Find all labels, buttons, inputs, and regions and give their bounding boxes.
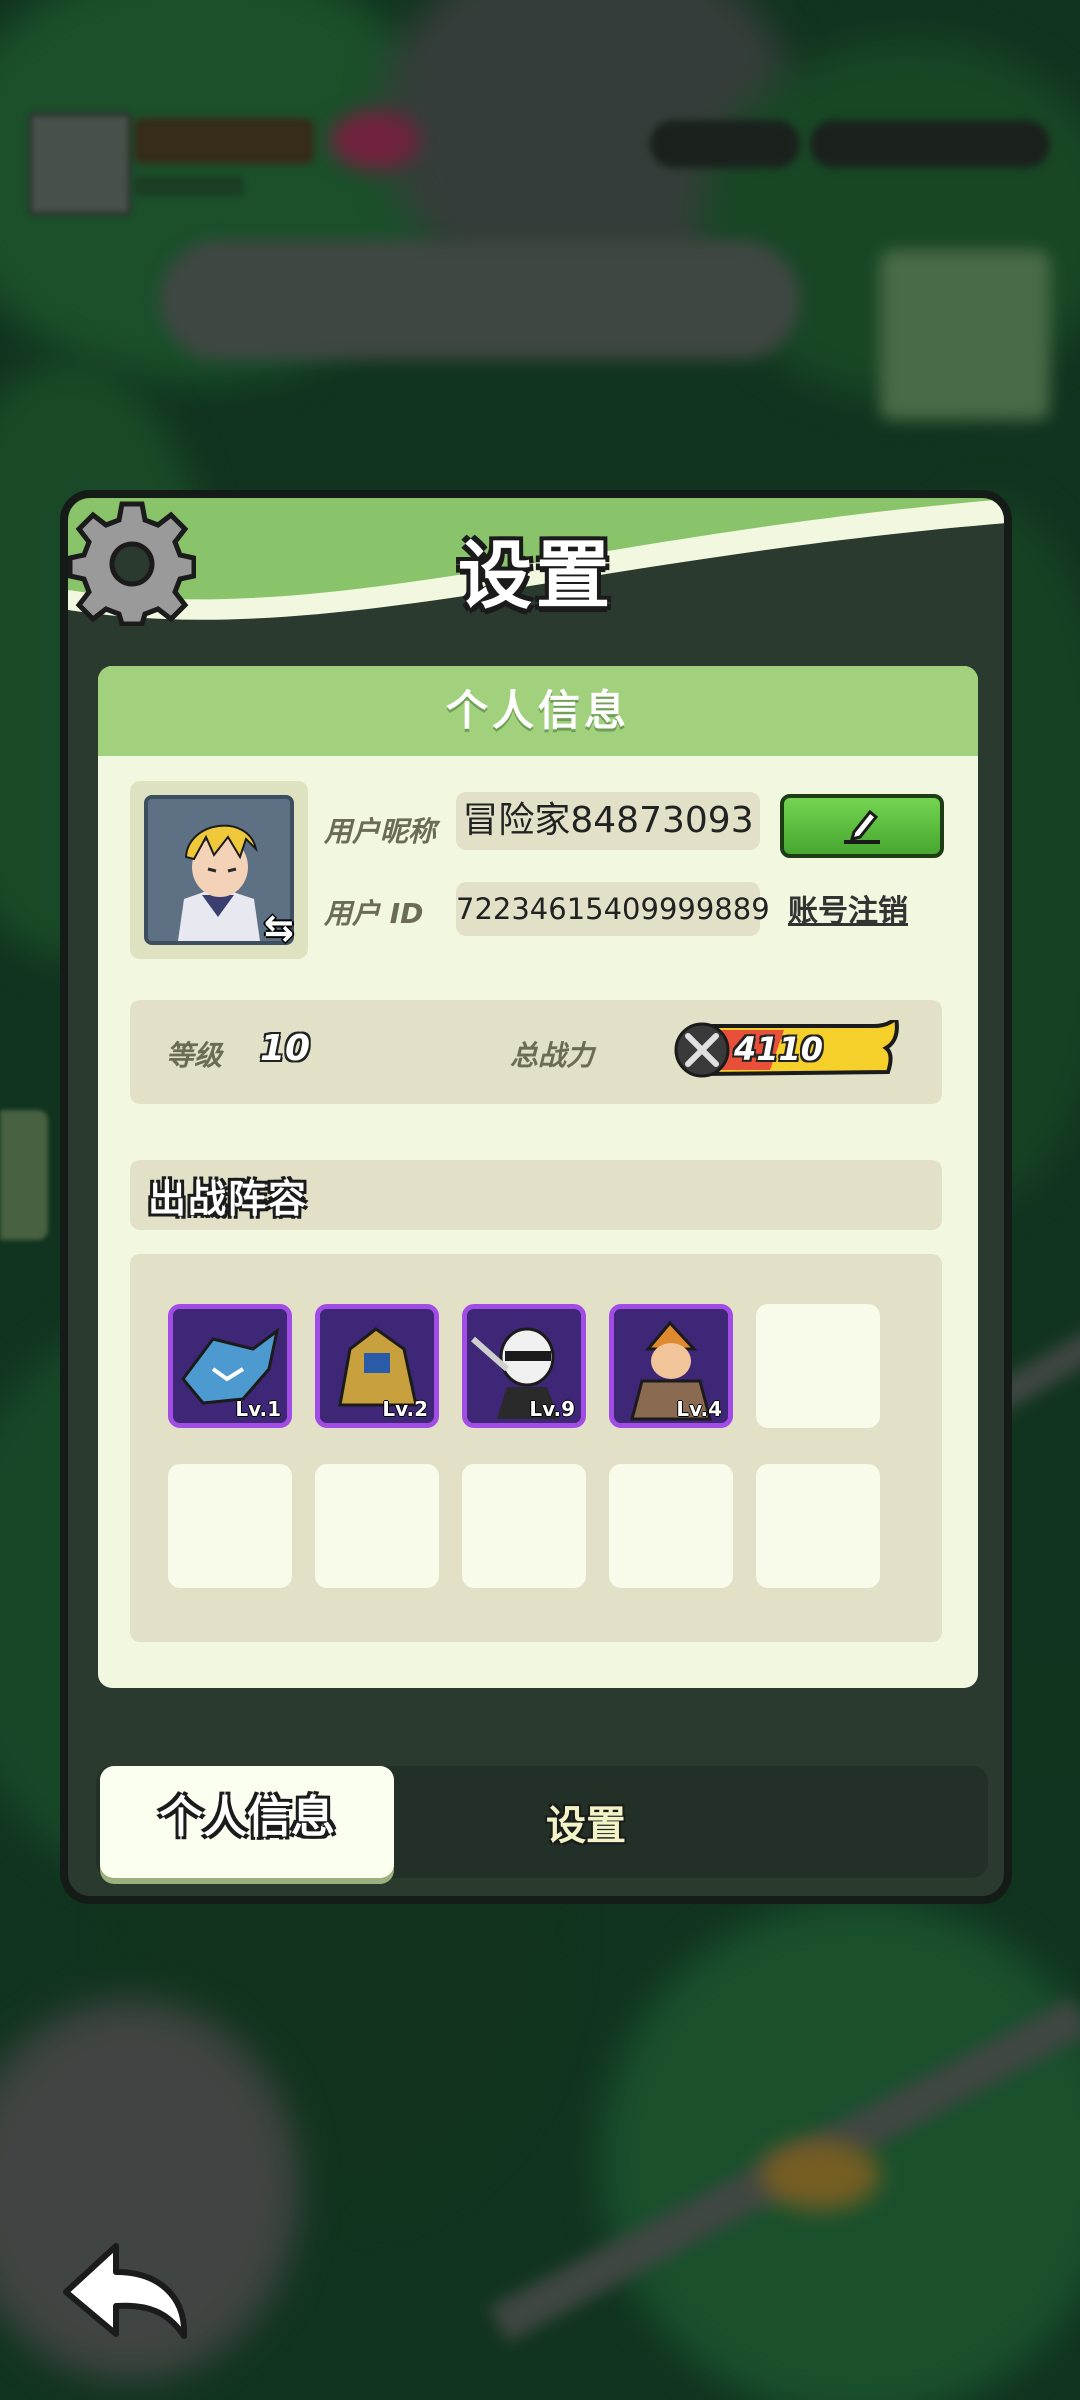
nickname-label: 用户昵称 [324,815,437,848]
hero-slot-1[interactable]: Lv.1 [168,1304,292,1428]
level-value: 10 [260,1028,311,1069]
pencil-edit-icon [844,809,880,844]
account-deletion-link[interactable]: 账号注销 [788,886,908,930]
nickname-value: 冒险家84873093 [456,792,760,850]
power-value: 4110 [734,1030,824,1068]
hero-slot-2[interactable]: Lv.2 [315,1304,439,1428]
swap-arrows-icon: ⇆ [263,908,295,949]
hero-level: Lv.4 [676,1397,722,1421]
tab-profile[interactable]: 个人信息 [100,1766,394,1878]
hero-level: Lv.9 [529,1397,575,1421]
id-label: 用户 ID [324,897,424,930]
tab-settings[interactable]: 设置 [486,1786,686,1866]
power-label: 总战力 [510,1039,595,1072]
empty-hero-slot[interactable] [168,1464,292,1588]
empty-hero-slot[interactable] [756,1464,880,1588]
hero-slot-4[interactable]: Lv.4 [609,1304,733,1428]
avatar[interactable]: ⇆ [130,781,308,959]
back-arrow-icon[interactable] [58,2236,194,2346]
profile-card-header: 个人信息 [98,666,978,756]
edit-nickname-button[interactable] [780,794,944,858]
level-label: 等级 [166,1039,223,1072]
hero-level: Lv.1 [235,1397,281,1421]
empty-hero-slot[interactable] [462,1464,586,1588]
empty-hero-slot[interactable] [609,1464,733,1588]
empty-hero-slot[interactable] [315,1464,439,1588]
settings-panel: 设置 个人信息 ⇆ 用户昵称 冒险家84873093 用户 ID 7223461… [60,490,1012,1904]
hero-level: Lv.2 [382,1397,428,1421]
id-value: 72234615409999889 [456,882,770,936]
panel-title: 设置 [458,533,614,619]
lineup-title: 出战阵容 [148,1177,309,1221]
profile-card: 个人信息 ⇆ 用户昵称 冒险家84873093 用户 ID 7223461540… [98,666,978,1688]
lineup-header: 出战阵容 [130,1160,942,1230]
panel-header: 设置 [68,498,1004,638]
power-badge: 4110 [674,1020,906,1080]
panel-tabs: 个人信息 设置 [96,1766,988,1878]
empty-hero-slot[interactable] [756,1304,880,1428]
lineup-grid: Lv.1 Lv.2 Lv.9 Lv.4 [130,1254,942,1642]
hero-slot-3[interactable]: Lv.9 [462,1304,586,1428]
stats-row: 等级 10 总战力 4110 [130,1000,942,1104]
